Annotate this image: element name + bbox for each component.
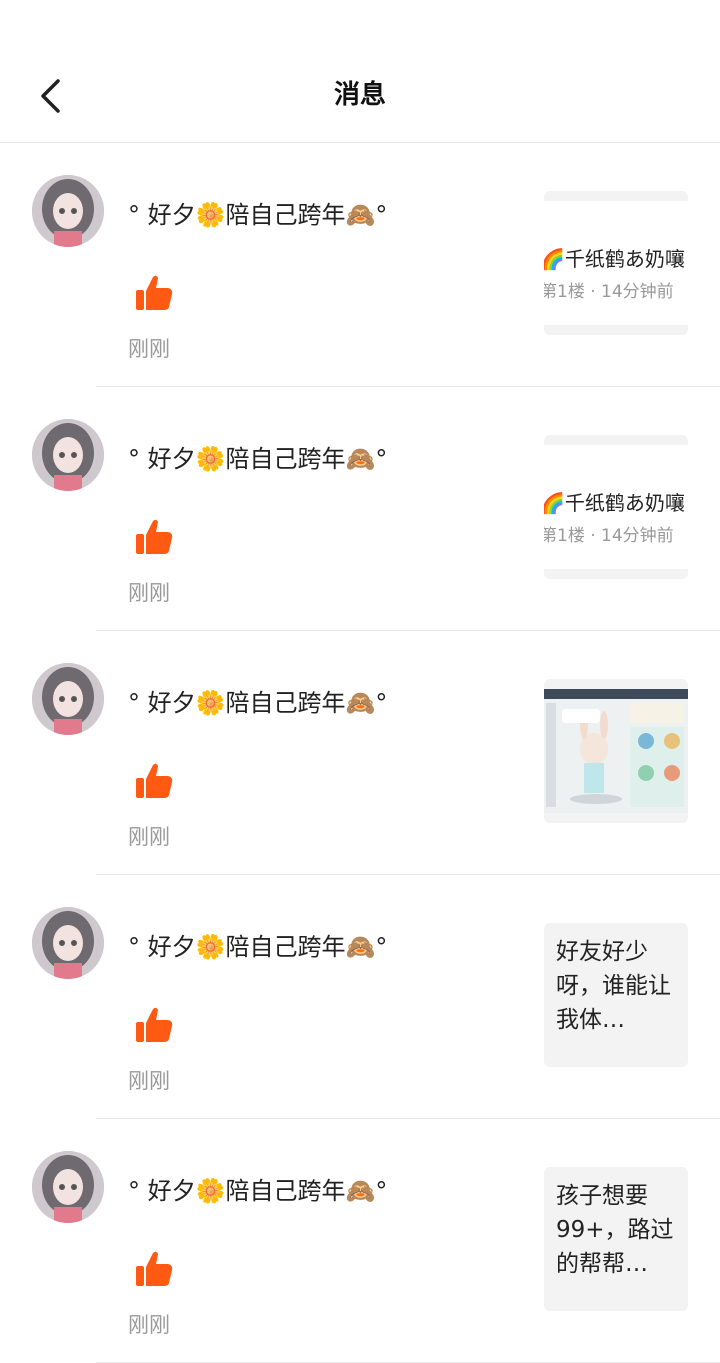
thumbs-up-icon bbox=[136, 275, 173, 310]
referenced-text: 好友好少呀，谁能让我体… bbox=[556, 939, 671, 1033]
message-item[interactable]: ° 好夕🌼陪自己跨年🙈° 刚刚 🌈千纸鹤あ奶嚷 第1楼 · 14分钟前 bbox=[0, 143, 720, 387]
avatar[interactable] bbox=[32, 663, 104, 735]
referenced-meta: 第1楼 · 14分钟前 bbox=[544, 282, 674, 302]
referenced-meta: 第1楼 · 14分钟前 bbox=[544, 526, 674, 546]
username[interactable]: ° 好夕🌼陪自己跨年🙈° bbox=[128, 683, 387, 718]
timestamp: 刚刚 bbox=[128, 581, 170, 605]
avatar[interactable] bbox=[32, 419, 104, 491]
message-item[interactable]: ° 好夕🌼陪自己跨年🙈° 刚刚 bbox=[0, 631, 720, 875]
username[interactable]: ° 好夕🌼陪自己跨年🙈° bbox=[128, 439, 387, 474]
avatar[interactable] bbox=[32, 907, 104, 979]
username[interactable]: ° 好夕🌼陪自己跨年🙈° bbox=[128, 927, 387, 962]
top-bar: 消息 bbox=[0, 0, 720, 143]
thumbs-up-icon bbox=[136, 1007, 173, 1042]
referenced-author: 🌈千纸鹤あ奶嚷 bbox=[544, 247, 685, 271]
timestamp: 刚刚 bbox=[128, 825, 170, 849]
page-title: 消息 bbox=[333, 80, 386, 110]
timestamp: 刚刚 bbox=[128, 337, 170, 361]
referenced-post-card[interactable]: 🌈千纸鹤あ奶嚷 第1楼 · 14分钟前 bbox=[544, 435, 688, 579]
message-item[interactable]: ° 好夕🌼陪自己跨年🙈° 刚刚 孩子想要99+，路过的帮帮… bbox=[0, 1119, 720, 1363]
username[interactable]: ° 好夕🌼陪自己跨年🙈° bbox=[128, 1171, 387, 1206]
game-screenshot-thumbnail bbox=[544, 689, 688, 813]
message-list: ° 好夕🌼陪自己跨年🙈° 刚刚 🌈千纸鹤あ奶嚷 第1楼 · 14分钟前 ° 好夕… bbox=[0, 143, 720, 1363]
referenced-post-text[interactable]: 孩子想要99+，路过的帮帮… bbox=[544, 1167, 688, 1311]
thumbs-up-icon bbox=[136, 519, 173, 554]
referenced-post-text[interactable]: 好友好少呀，谁能让我体… bbox=[544, 923, 688, 1067]
timestamp: 刚刚 bbox=[128, 1313, 170, 1337]
referenced-text: 孩子想要99+，路过的帮帮… bbox=[556, 1183, 674, 1277]
avatar[interactable] bbox=[32, 1151, 104, 1223]
username[interactable]: ° 好夕🌼陪自己跨年🙈° bbox=[128, 195, 387, 230]
referenced-author: 🌈千纸鹤あ奶嚷 bbox=[544, 491, 685, 515]
thumbs-up-icon bbox=[136, 1251, 173, 1286]
thumbs-up-icon bbox=[136, 763, 173, 798]
timestamp: 刚刚 bbox=[128, 1069, 170, 1093]
referenced-post-image[interactable] bbox=[544, 679, 688, 823]
avatar[interactable] bbox=[32, 175, 104, 247]
message-item[interactable]: ° 好夕🌼陪自己跨年🙈° 刚刚 好友好少呀，谁能让我体… bbox=[0, 875, 720, 1119]
message-item[interactable]: ° 好夕🌼陪自己跨年🙈° 刚刚 🌈千纸鹤あ奶嚷 第1楼 · 14分钟前 bbox=[0, 387, 720, 631]
referenced-post-card[interactable]: 🌈千纸鹤あ奶嚷 第1楼 · 14分钟前 bbox=[544, 191, 688, 335]
